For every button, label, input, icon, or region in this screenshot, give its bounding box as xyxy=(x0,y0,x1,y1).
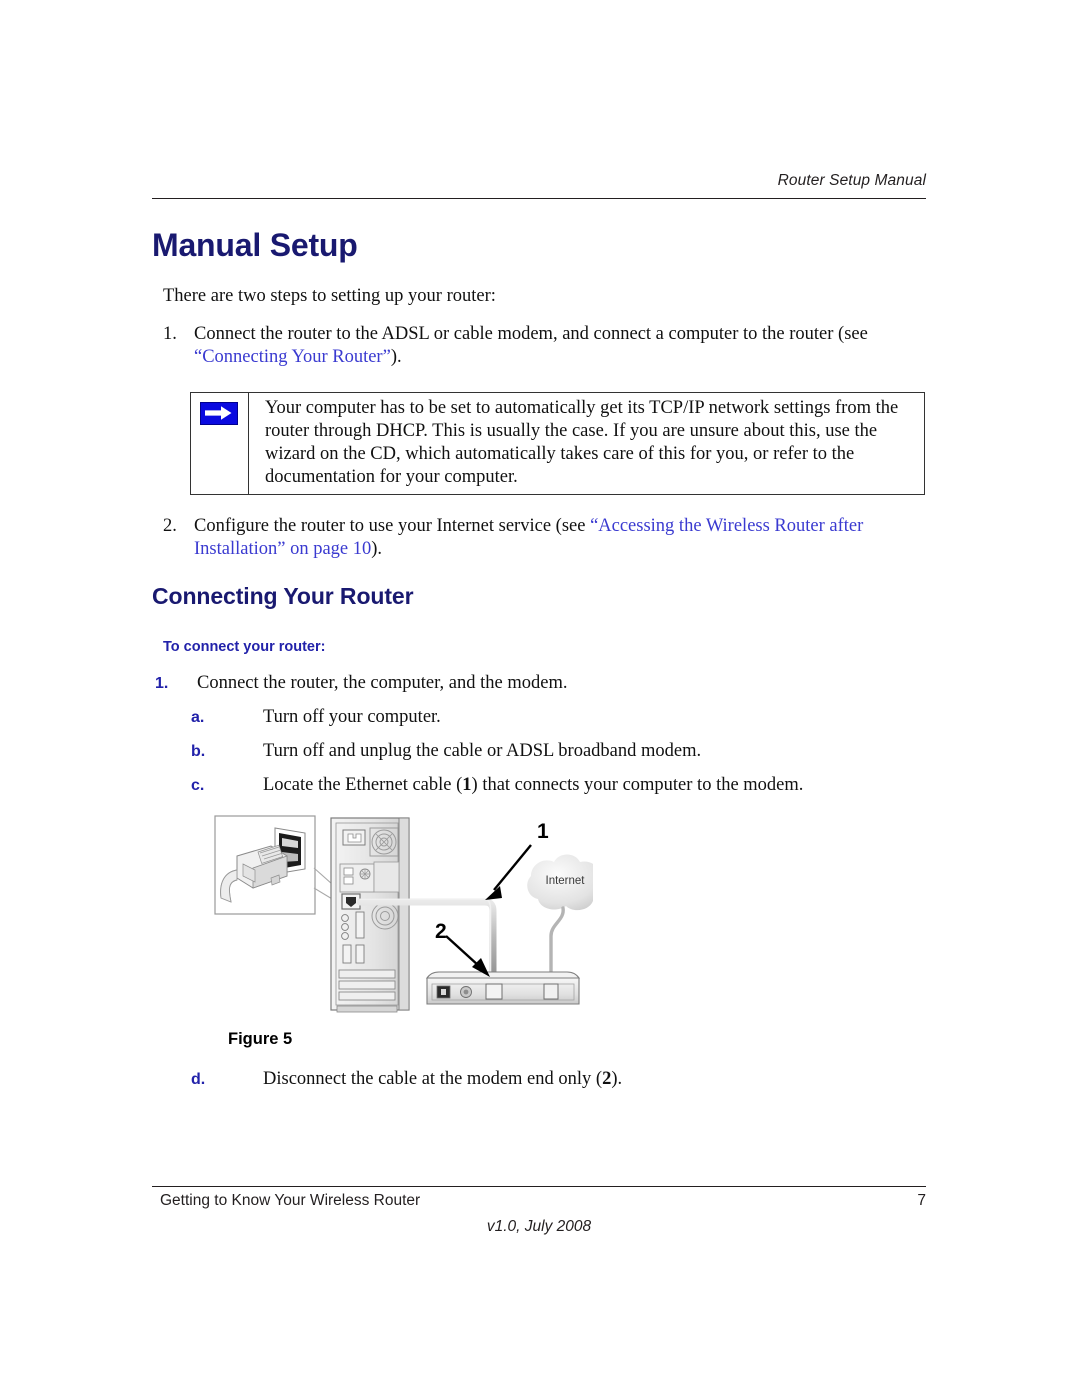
procedure-item-d-callout: 2 xyxy=(602,1069,612,1089)
procedure-item-a: a. Turn off your computer. xyxy=(152,706,924,729)
figure-connector-inset xyxy=(214,815,316,915)
figure-callout-2: 2 xyxy=(435,920,490,977)
note-icon-cell xyxy=(191,393,249,494)
procedure-item-b-marker: b. xyxy=(191,743,206,760)
procedure-item-1-marker: 1. xyxy=(155,675,169,692)
footer-page-number: 7 xyxy=(917,1192,926,1209)
note-arrow-icon xyxy=(200,402,238,425)
section-title: Connecting Your Router xyxy=(152,583,414,609)
document-page: Router Setup Manual Manual Setup There a… xyxy=(0,0,1080,1397)
figure-modem xyxy=(425,971,581,1005)
footer-chapter-title: Getting to Know Your Wireless Router xyxy=(160,1192,421,1209)
step-1-marker: 1. xyxy=(163,324,177,344)
procedure-item-d: d. Disconnect the cable at the modem end… xyxy=(152,1068,924,1091)
intro-paragraph: There are two steps to setting up your r… xyxy=(163,286,496,306)
procedure-item-b: b. Turn off and unplug the cable or ADSL… xyxy=(152,740,924,763)
note-text: Your computer has to be set to automatic… xyxy=(265,398,899,487)
procedure-item-c-callout: 1 xyxy=(462,775,472,795)
step-1-text-after: ). xyxy=(390,347,402,367)
figure-internet-cloud: Internet xyxy=(527,854,604,991)
procedure-item-c-text-after: ) that connects your computer to the mod… xyxy=(471,775,804,795)
note-box: Your computer has to be set to automatic… xyxy=(190,392,925,495)
procedure-item-a-marker: a. xyxy=(191,709,205,726)
procedure-item-c-marker: c. xyxy=(191,777,205,794)
procedure-list-continued: d. Disconnect the cable at the modem end… xyxy=(152,1068,924,1102)
running-header: Router Setup Manual xyxy=(152,172,926,190)
step-2-text-before: Configure the router to use your Interne… xyxy=(194,516,591,536)
figure-5-illustration: Internet 1 2 xyxy=(213,812,604,1020)
figure-cloud-label: Internet xyxy=(546,875,586,887)
footer-version: v1.0, July 2008 xyxy=(486,1218,592,1235)
step-1-text-before: Connect the router to the ADSL or cable … xyxy=(194,324,868,344)
page-title: Manual Setup xyxy=(152,227,358,263)
figure-callout-2-label: 2 xyxy=(435,920,447,943)
step-2-marker: 2. xyxy=(163,516,177,536)
step-1-text: Connect the router to the ADSL or cable … xyxy=(194,323,925,369)
procedure-item-c-text: Locate the Ethernet cable (1) that conne… xyxy=(233,774,924,797)
procedure-item-c: c. Locate the Ethernet cable (1) that co… xyxy=(152,774,924,797)
step-2-text: Configure the router to use your Interne… xyxy=(194,515,925,561)
step-1: 1. Connect the router to the ADSL or cab… xyxy=(163,323,925,369)
figure-callout-1-label: 1 xyxy=(537,820,549,843)
procedure-title: To connect your router: xyxy=(163,639,326,655)
step-2: 2. Configure the router to use your Inte… xyxy=(163,515,925,561)
procedure-item-c-text-before: Locate the Ethernet cable ( xyxy=(263,775,463,795)
procedure-item-d-text-before: Disconnect the cable at the modem end on… xyxy=(263,1069,603,1089)
procedure-item-b-text: Turn off and unplug the cable or ADSL br… xyxy=(263,741,702,761)
procedure-item-1-text: Connect the router, the computer, and th… xyxy=(197,673,568,693)
procedure-item-1: 1. Connect the router, the computer, and… xyxy=(152,672,924,695)
header-divider xyxy=(152,198,926,199)
running-header-title: Router Setup Manual xyxy=(777,172,926,189)
step-2-text-after: ). xyxy=(371,539,383,559)
footer-divider xyxy=(152,1186,926,1187)
step-1-crossreference-link[interactable]: “Connecting Your Router” xyxy=(194,347,391,367)
figure-caption: Figure 5 xyxy=(228,1030,293,1048)
procedure-item-d-marker: d. xyxy=(191,1071,206,1088)
figure-computer-tower xyxy=(330,817,410,1013)
procedure-item-d-text: Disconnect the cable at the modem end on… xyxy=(233,1068,924,1091)
procedure-item-a-text: Turn off your computer. xyxy=(263,707,441,727)
procedure-item-d-text-after: ). xyxy=(611,1069,623,1089)
procedure-list: 1. Connect the router, the computer, and… xyxy=(152,672,924,808)
